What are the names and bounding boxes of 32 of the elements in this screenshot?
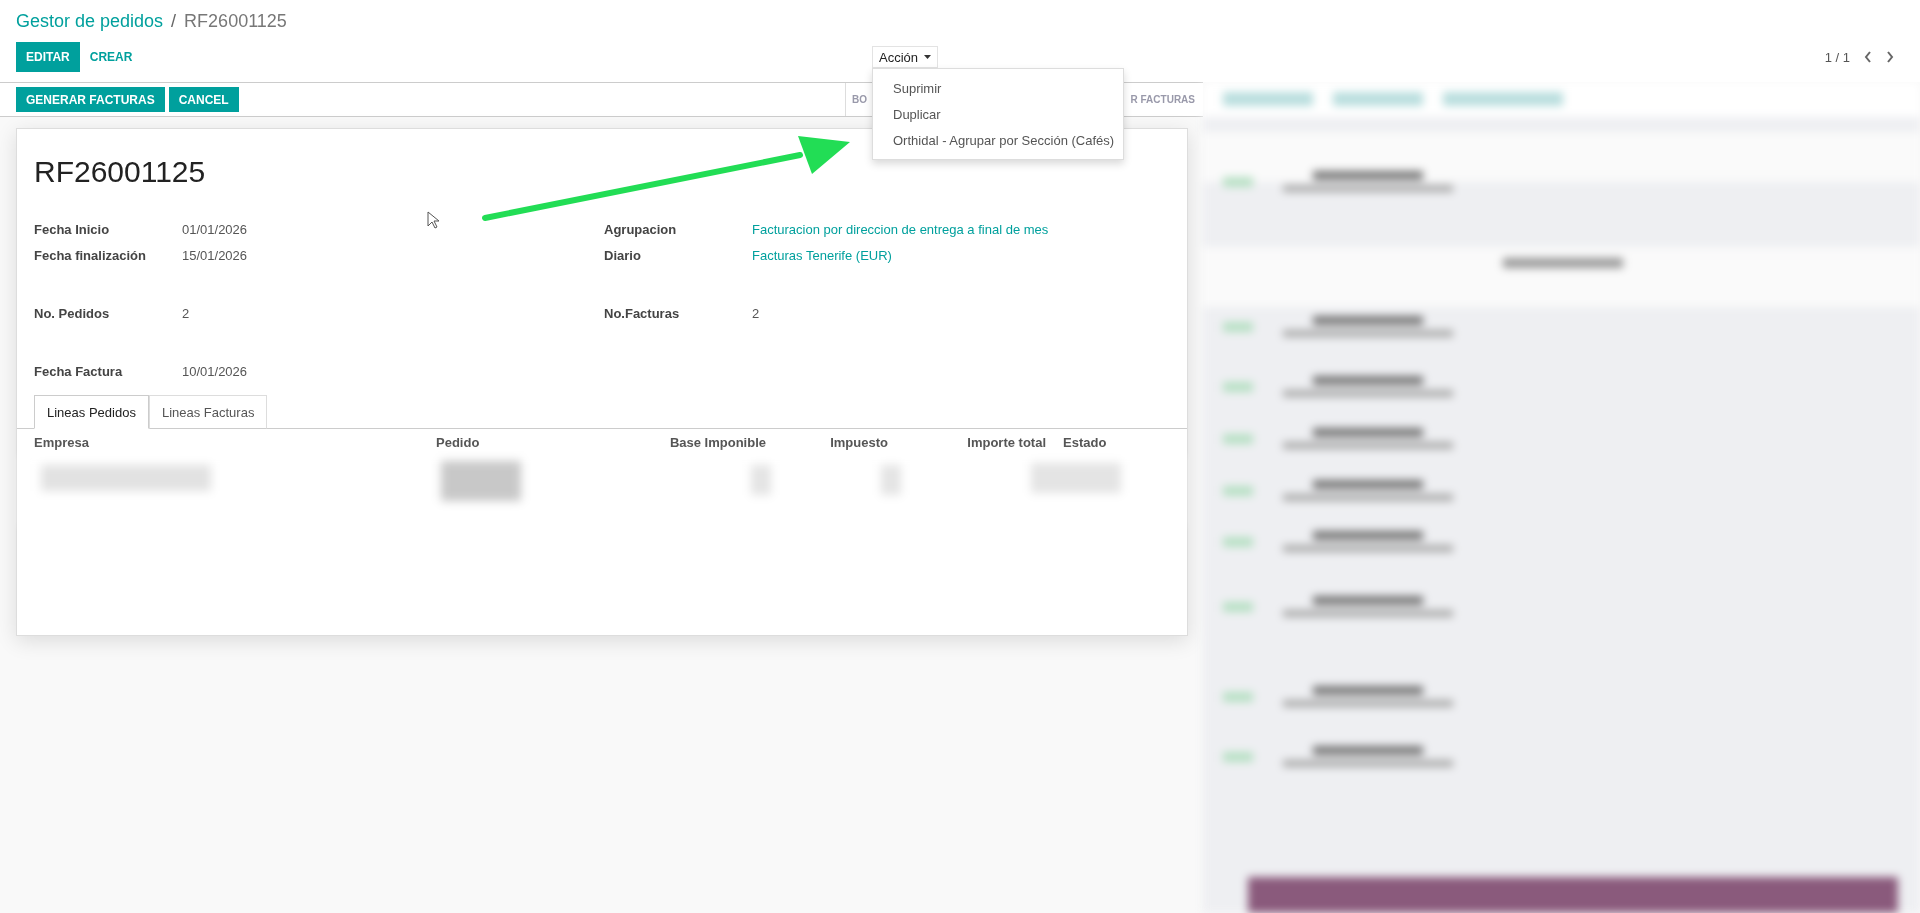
record-title: RF26001125 [34,155,207,189]
field-label: No.Facturas [604,305,681,321]
field-label: Fecha finalización [34,247,147,263]
field-label: Agrupacion [604,221,678,237]
tab[interactable]: Lineas Facturas [148,395,268,429]
mouse-pointer-icon [427,211,440,229]
caret-icon [924,55,932,59]
column-header[interactable]: Impuesto [766,434,888,450]
pager-counter: 1 / 1 [1824,49,1850,65]
breadcrumb-separator: / [171,10,177,32]
next-icon[interactable] [1886,51,1894,63]
field-value: 2 [752,305,760,321]
column-header[interactable]: Pedido [436,434,666,450]
column-header[interactable]: Empresa [34,434,436,450]
field-label: Fecha Inicio [34,221,111,237]
field-label: No. Pedidos [34,305,111,321]
menu-item[interactable]: Duplicar [873,101,1123,127]
menu-item[interactable]: Orthidal - Agrupar por Sección (Cafés) [873,127,1123,153]
column-header[interactable]: Importe total [888,434,1046,450]
tab[interactable]: Lineas Pedidos [34,395,149,429]
field-label: Fecha Factura [34,363,124,379]
field-value: 2 [182,305,190,321]
field-label: Diario [604,247,642,263]
column-header[interactable]: Base Imponible [666,434,766,450]
field-value: 01/01/2026 [182,221,248,237]
action-dropdown[interactable]: Acción [872,46,939,68]
column-header[interactable]: Estado [1046,434,1187,450]
previous-icon[interactable] [1864,51,1872,63]
breadcrumb-current: RF26001125 [184,10,287,32]
field-value: 10/01/2026 [182,363,248,379]
field-value: 15/01/2026 [182,247,248,263]
menu-item[interactable]: Suprimir [873,75,1123,101]
